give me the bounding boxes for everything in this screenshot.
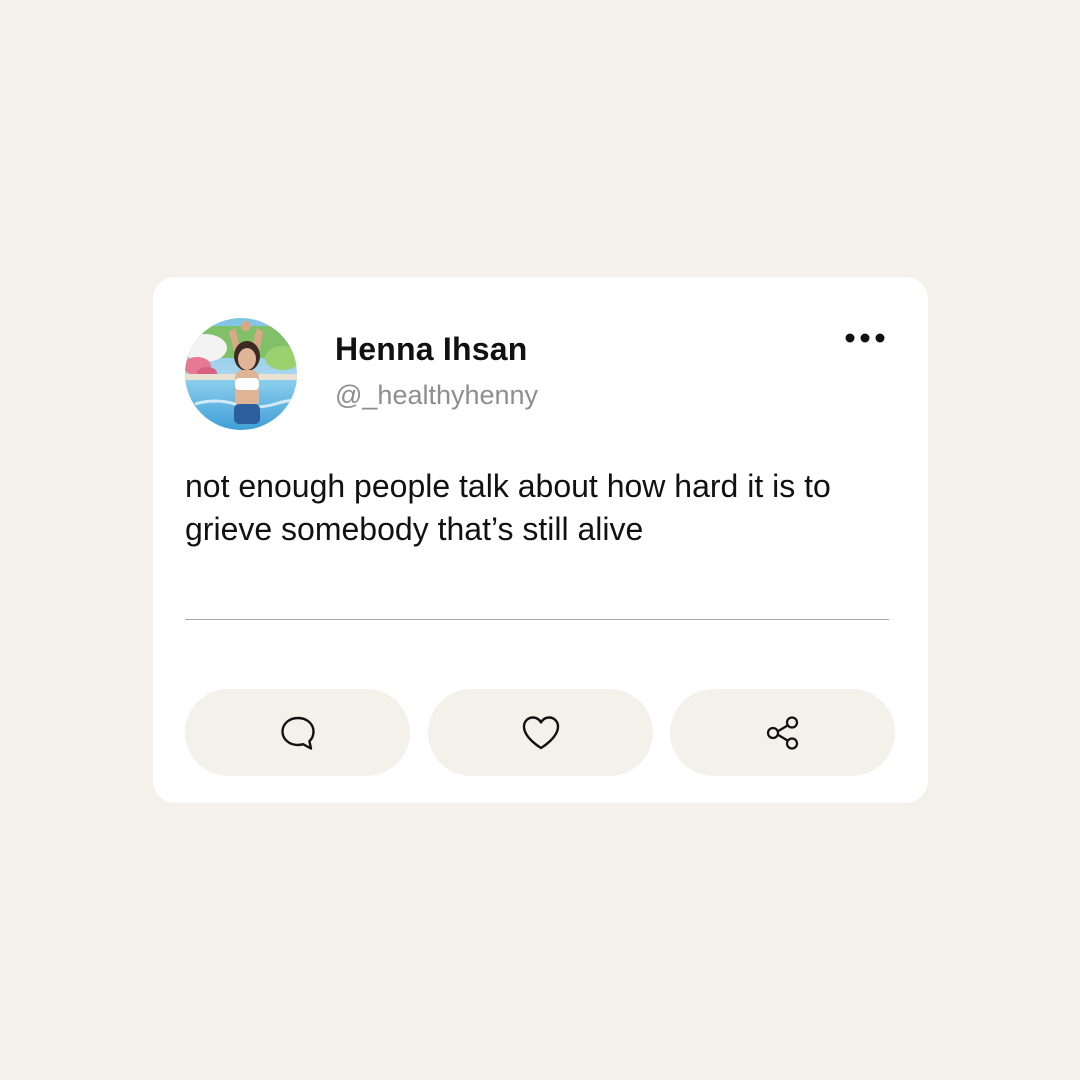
heart-icon [522,715,559,749]
like-button[interactable] [428,689,653,776]
post-card: Henna Ihsan @_healthyhenny not enough pe… [153,277,928,803]
profile-photo [185,318,297,430]
more-options-button[interactable] [839,321,891,355]
share-button[interactable] [670,689,895,776]
comment-button[interactable] [185,689,410,776]
avatar[interactable] [185,318,297,430]
author-handle[interactable]: @_healthyhenny [335,380,538,411]
share-nodes-icon [766,715,798,750]
author-display-name[interactable]: Henna Ihsan [335,331,527,368]
divider [185,619,889,620]
more-horizontal-icon [845,333,885,343]
comment-bubble-icon [280,716,315,750]
post-text: not enough people talk about how hard it… [185,468,831,547]
